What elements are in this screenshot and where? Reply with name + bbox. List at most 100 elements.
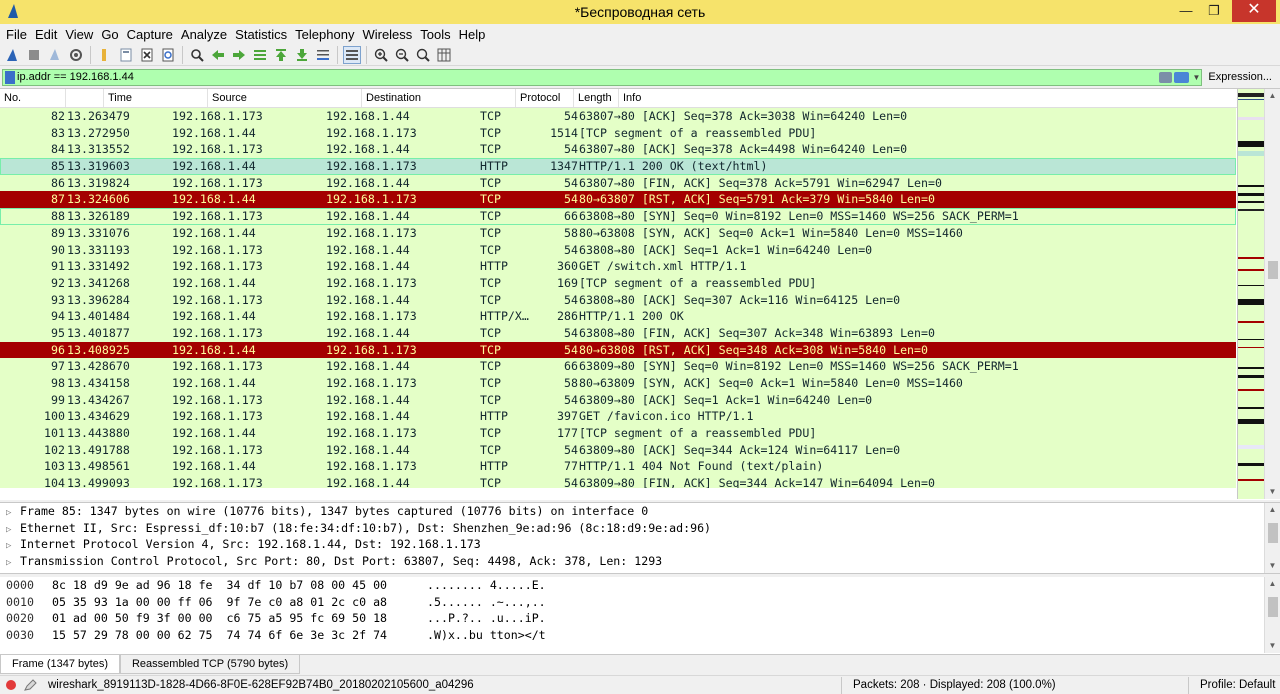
close-file-icon[interactable] bbox=[138, 46, 156, 64]
packet-row[interactable]: 89 13.331076 192.168.1.44 192.168.1.173 TCP 5… bbox=[0, 224, 1236, 242]
menu-wireless[interactable]: Wireless bbox=[358, 27, 416, 42]
scroll-up-icon[interactable]: ▲ bbox=[1265, 577, 1280, 591]
column-header-info[interactable]: Info bbox=[619, 89, 1280, 107]
tab-reassembled-tcp[interactable]: Reassembled TCP (5790 bytes) bbox=[119, 655, 301, 674]
colorize-icon[interactable] bbox=[343, 45, 361, 64]
bytes-row[interactable]: 0030 15 57 29 78 00 00 62 75 74 74 6f 6e … bbox=[0, 627, 1280, 644]
scroll-thumb[interactable] bbox=[1268, 597, 1278, 617]
autoscroll-icon[interactable] bbox=[314, 46, 332, 64]
menu-view[interactable]: View bbox=[61, 27, 97, 42]
bookmark-icon[interactable] bbox=[5, 70, 15, 84]
packet-row[interactable]: 82 13.263479 192.168.1.173 192.168.1.44 TCP 5… bbox=[0, 108, 1236, 125]
packet-row[interactable]: 95 13.401877 192.168.1.173 192.168.1.44 TCP 5… bbox=[0, 324, 1236, 342]
zoom-in-icon[interactable] bbox=[372, 46, 390, 64]
profile-label[interactable]: Profile: Default bbox=[1192, 679, 1275, 691]
clear-filter-icon[interactable] bbox=[1159, 71, 1173, 83]
save-icon[interactable] bbox=[117, 46, 135, 64]
packet-row[interactable]: 99 13.434267 192.168.1.173 192.168.1.44 TCP 5… bbox=[0, 391, 1236, 409]
column-header-destination[interactable]: Destination bbox=[362, 89, 516, 107]
goto-icon[interactable] bbox=[251, 46, 269, 64]
packet-row[interactable]: 87 13.324606 192.168.1.44 192.168.1.173 TCP 5… bbox=[0, 191, 1236, 209]
column-header-length[interactable]: Length bbox=[574, 89, 619, 107]
packet-row[interactable]: 103 13.498561 192.168.1.44 192.168.1.173 HTT… bbox=[0, 458, 1236, 476]
column-header-time-label[interactable]: Time bbox=[104, 89, 208, 107]
expert-info-icon[interactable] bbox=[6, 680, 16, 690]
packet-row[interactable]: 88 13.326189 192.168.1.173 192.168.1.44 TCP 6… bbox=[0, 208, 1236, 225]
tab-frame-bytes[interactable]: Frame (1347 bytes) bbox=[0, 655, 120, 674]
packet-row[interactable]: 85 13.319603 192.168.1.44 192.168.1.173 HTTP… bbox=[0, 158, 1236, 175]
packet-cell-proto: TCP bbox=[480, 175, 501, 190]
expand-arrow-icon[interactable]: ▷ bbox=[6, 555, 20, 572]
resize-columns-icon[interactable] bbox=[435, 46, 453, 64]
bytes-row[interactable]: 0000 8c 18 d9 9e ad 96 18 fe 34 df 10 b7 … bbox=[0, 577, 1280, 594]
packet-cell-dst: 192.168.1.173 bbox=[326, 376, 417, 390]
menu-help[interactable]: Help bbox=[455, 27, 490, 42]
menu-file[interactable]: File bbox=[2, 27, 31, 42]
packet-row[interactable]: 92 13.341268 192.168.1.44 192.168.1.173 TCP 1… bbox=[0, 274, 1236, 292]
scroll-down-icon[interactable]: ▼ bbox=[1265, 639, 1280, 653]
detail-row-tcp[interactable]: ▷ Transmission Control Protocol, Src Port… bbox=[0, 553, 1280, 570]
packet-minimap[interactable] bbox=[1237, 89, 1264, 499]
packet-row[interactable]: 84 13.313552 192.168.1.173 192.168.1.44 TCP 5… bbox=[0, 141, 1236, 159]
stop-icon[interactable] bbox=[25, 46, 43, 64]
packet-row[interactable]: 100 13.434629 192.168.1.173 192.168.1.44 HTT… bbox=[0, 408, 1236, 426]
packet-row[interactable]: 96 13.408925 192.168.1.44 192.168.1.173 TCP 5… bbox=[0, 341, 1236, 359]
menu-edit[interactable]: Edit bbox=[31, 27, 61, 42]
close-button[interactable]: ✕ bbox=[1232, 0, 1276, 22]
packet-rows: 82 13.263479 192.168.1.173 192.168.1.44 TCP 5… bbox=[0, 108, 1236, 488]
packet-row[interactable]: 104 13.499093 192.168.1.173 192.168.1.44 TCP… bbox=[0, 475, 1236, 488]
forward-icon[interactable] bbox=[230, 46, 248, 64]
back-icon[interactable] bbox=[209, 46, 227, 64]
first-icon[interactable] bbox=[272, 46, 290, 64]
menu-go[interactable]: Go bbox=[97, 27, 122, 42]
column-header-time[interactable] bbox=[0, 89, 104, 107]
bytes-row[interactable]: 0010 05 35 93 1a 00 00 ff 06 9f 7e c0 a8 … bbox=[0, 594, 1280, 611]
maximize-button[interactable]: ❐ bbox=[1200, 0, 1228, 22]
find-icon[interactable] bbox=[188, 46, 206, 64]
apply-filter-icon[interactable] bbox=[1174, 71, 1190, 83]
column-header-source[interactable]: Source bbox=[208, 89, 362, 107]
column-header-protocol[interactable]: Protocol bbox=[516, 89, 574, 107]
zoom-normal-icon[interactable] bbox=[414, 46, 432, 64]
edit-comment-icon[interactable] bbox=[24, 679, 38, 691]
packet-row[interactable]: 98 13.434158 192.168.1.44 192.168.1.173 TCP 5… bbox=[0, 375, 1236, 392]
chevron-down-icon[interactable]: ▼ bbox=[1191, 73, 1201, 82]
packet-row[interactable]: 94 13.401484 192.168.1.44 192.168.1.173 HTTP… bbox=[0, 308, 1236, 325]
packet-row[interactable]: 86 13.319824 192.168.1.173 192.168.1.44 TCP 5… bbox=[0, 174, 1236, 192]
shark-fin-start-icon[interactable] bbox=[4, 46, 22, 64]
menu-capture[interactable]: Capture bbox=[123, 27, 177, 42]
scroll-down-icon[interactable]: ▼ bbox=[1265, 485, 1280, 499]
bytes-row[interactable]: 0020 01 ad 00 50 f9 3f 00 00 c6 75 a5 95 … bbox=[0, 610, 1280, 627]
last-icon[interactable] bbox=[293, 46, 311, 64]
scroll-up-icon[interactable]: ▲ bbox=[1265, 89, 1280, 103]
packet-row[interactable]: 90 13.331193 192.168.1.173 192.168.1.44 TCP 5… bbox=[0, 241, 1236, 259]
menu-statistics[interactable]: Statistics bbox=[231, 27, 291, 42]
detail-row-frame[interactable]: ▷ Frame 85: 1347 bytes on wire (10776 bit… bbox=[0, 503, 1280, 520]
options-icon[interactable] bbox=[67, 46, 85, 64]
zoom-out-icon[interactable] bbox=[393, 46, 411, 64]
display-filter-input[interactable] bbox=[17, 70, 1160, 84]
detail-row-ethernet[interactable]: ▷ Ethernet II, Src: Espressi_df:10:b7 (18… bbox=[0, 520, 1280, 537]
bytes-scrollbar[interactable]: ▲ ▼ bbox=[1264, 577, 1280, 653]
menu-analyze[interactable]: Analyze bbox=[177, 27, 231, 42]
scroll-thumb[interactable] bbox=[1268, 261, 1278, 279]
packet-row[interactable]: 102 13.491788 192.168.1.173 192.168.1.44 TCP… bbox=[0, 441, 1236, 459]
scroll-up-icon[interactable]: ▲ bbox=[1265, 503, 1280, 517]
scroll-thumb[interactable] bbox=[1268, 523, 1278, 543]
details-scrollbar[interactable]: ▲ ▼ bbox=[1264, 503, 1280, 573]
menu-tools[interactable]: Tools bbox=[416, 27, 454, 42]
packet-row[interactable]: 93 13.396284 192.168.1.173 192.168.1.44 TCP 5… bbox=[0, 291, 1236, 309]
expression-button[interactable]: Expression... bbox=[1202, 71, 1278, 83]
minimize-button[interactable]: — bbox=[1172, 0, 1200, 22]
packet-list-scrollbar[interactable]: ▲ ▼ bbox=[1264, 89, 1280, 499]
open-icon[interactable] bbox=[96, 46, 114, 64]
reload-icon[interactable] bbox=[159, 46, 177, 64]
scroll-down-icon[interactable]: ▼ bbox=[1265, 559, 1280, 573]
packet-row[interactable]: 101 13.443880 192.168.1.44 192.168.1.173 TCP… bbox=[0, 425, 1236, 442]
packet-row[interactable]: 97 13.428670 192.168.1.173 192.168.1.44 TCP 6… bbox=[0, 358, 1236, 375]
packet-row[interactable]: 83 13.272950 192.168.1.44 192.168.1.173 TCP 1… bbox=[0, 124, 1236, 142]
menu-telephony[interactable]: Telephony bbox=[291, 27, 358, 42]
detail-row-ip[interactable]: ▷ Internet Protocol Version 4, Src: 192.1… bbox=[0, 536, 1280, 553]
restart-icon[interactable] bbox=[46, 46, 64, 64]
packet-row[interactable]: 91 13.331492 192.168.1.173 192.168.1.44 HTTP… bbox=[0, 258, 1236, 275]
